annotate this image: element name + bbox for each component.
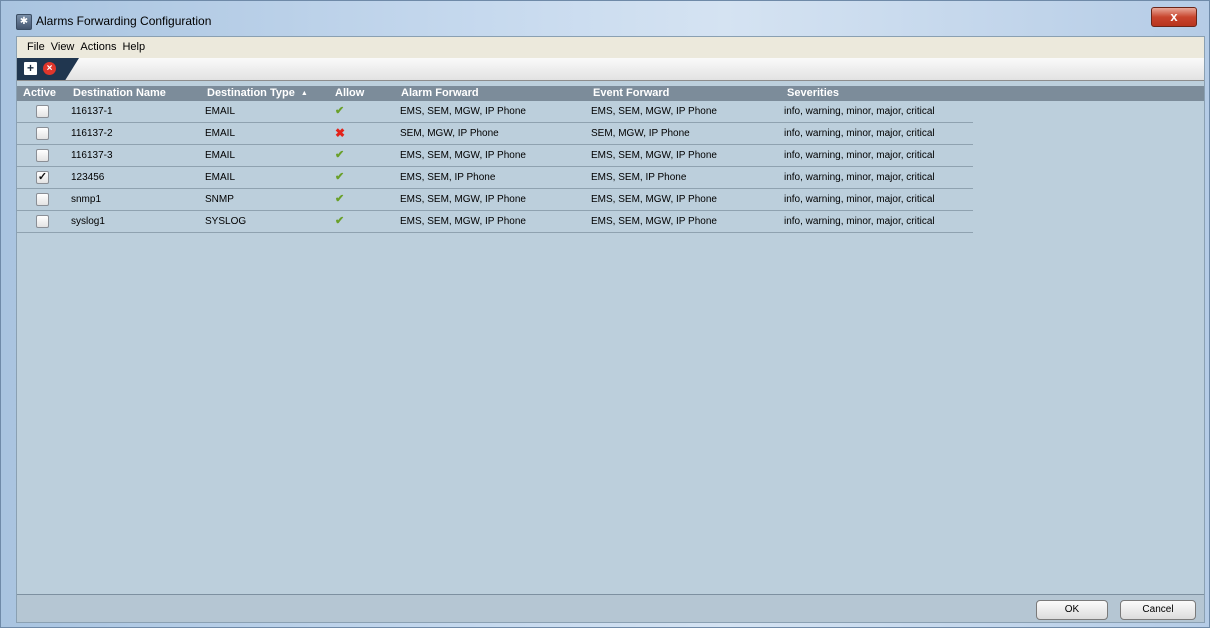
ok-button[interactable]: OK	[1036, 600, 1108, 620]
menu-help[interactable]: Help	[119, 37, 148, 58]
header-destination-name[interactable]: Destination Name	[73, 86, 166, 101]
destination-name-cell: 116137-1	[71, 106, 113, 117]
alarm-forward-cell: EMS, SEM, MGW, IP Phone	[400, 106, 526, 117]
destination-type-cell: EMAIL	[205, 150, 236, 161]
event-forward-cell: EMS, SEM, MGW, IP Phone	[591, 216, 717, 227]
button-bar: OK Cancel	[17, 594, 1204, 622]
active-checkbox[interactable]: ✓	[36, 171, 49, 184]
allow-check-icon: ✔	[335, 193, 345, 205]
event-forward-cell: SEM, MGW, IP Phone	[591, 128, 690, 139]
destination-type-cell: EMAIL	[205, 172, 236, 183]
destinations-table: Active Destination Name Destination Type…	[17, 86, 1204, 233]
header-severities[interactable]: Severities	[787, 86, 839, 101]
allow-check-icon: ✔	[335, 105, 345, 117]
severities-cell: info, warning, minor, major, critical	[784, 216, 935, 227]
alarm-forward-cell: EMS, SEM, IP Phone	[400, 172, 496, 183]
severities-cell: info, warning, minor, major, critical	[784, 194, 935, 205]
delete-destination-button[interactable]: ×	[43, 62, 56, 75]
destination-name-cell: syslog1	[71, 216, 105, 227]
event-forward-cell: EMS, SEM, MGW, IP Phone	[591, 194, 717, 205]
sort-ascending-icon: ▲	[300, 90, 308, 97]
allow-check-icon: ✔	[335, 149, 345, 161]
app-gear-icon: ✱	[16, 14, 32, 30]
destination-name-cell: 116137-3	[71, 150, 113, 161]
severities-cell: info, warning, minor, major, critical	[784, 106, 935, 117]
header-alarm-forward[interactable]: Alarm Forward	[401, 86, 479, 101]
alarm-forward-cell: EMS, SEM, MGW, IP Phone	[400, 194, 526, 205]
alarm-forward-cell: EMS, SEM, MGW, IP Phone	[400, 216, 526, 227]
menu-view[interactable]: View	[48, 37, 78, 58]
menu-actions[interactable]: Actions	[77, 37, 119, 58]
active-checkbox[interactable]	[36, 193, 49, 206]
event-forward-cell: EMS, SEM, MGW, IP Phone	[591, 150, 717, 161]
header-active[interactable]: Active	[23, 86, 56, 101]
table-row[interactable]: 116137-1 EMAIL ✔ EMS, SEM, MGW, IP Phone…	[17, 101, 973, 123]
destination-type-cell: SYSLOG	[205, 216, 247, 227]
title-bar[interactable]: ✱ Alarms Forwarding Configuration x	[1, 1, 1209, 35]
cancel-button[interactable]: Cancel	[1120, 600, 1196, 620]
destination-type-cell: EMAIL	[205, 106, 236, 117]
header-destination-type-label: Destination Type	[207, 87, 295, 99]
event-forward-cell: EMS, SEM, IP Phone	[591, 172, 687, 183]
client-area: File View Actions Help + × Active Destinati…	[16, 36, 1205, 623]
window-title: Alarms Forwarding Configuration	[36, 14, 212, 28]
allow-check-icon: ✔	[335, 215, 345, 227]
menu-file[interactable]: File	[24, 37, 48, 58]
dialog-window: ✱ Alarms Forwarding Configuration x File…	[0, 0, 1210, 628]
event-forward-cell: EMS, SEM, MGW, IP Phone	[591, 106, 717, 117]
toolbar: + ×	[17, 58, 1204, 81]
destination-type-cell: SNMP	[205, 194, 234, 205]
active-checkbox[interactable]	[36, 149, 49, 162]
destination-name-cell: snmp1	[71, 194, 102, 205]
severities-cell: info, warning, minor, major, critical	[784, 128, 935, 139]
header-destination-type[interactable]: Destination Type ▲	[207, 86, 308, 101]
destination-name-cell: 116137-2	[71, 128, 113, 139]
destination-name-cell: 123456	[71, 172, 105, 183]
alarm-forward-cell: SEM, MGW, IP Phone	[400, 128, 499, 139]
table-row[interactable]: 116137-3 EMAIL ✔ EMS, SEM, MGW, IP Phone…	[17, 145, 973, 167]
active-checkbox[interactable]	[36, 127, 49, 140]
menu-bar: File View Actions Help	[17, 37, 1204, 59]
close-button[interactable]: x	[1151, 7, 1197, 27]
table-row[interactable]: snmp1 SNMP ✔ EMS, SEM, MGW, IP Phone EMS…	[17, 189, 973, 211]
table-header: Active Destination Name Destination Type…	[17, 86, 1204, 101]
alarm-forward-cell: EMS, SEM, MGW, IP Phone	[400, 150, 526, 161]
severities-cell: info, warning, minor, major, critical	[784, 150, 935, 161]
table-row[interactable]: ✓ 123456 EMAIL ✔ EMS, SEM, IP Phone EMS,…	[17, 167, 973, 189]
allow-check-icon: ✔	[335, 171, 345, 183]
destination-type-cell: EMAIL	[205, 128, 236, 139]
header-event-forward[interactable]: Event Forward	[593, 86, 669, 101]
severities-cell: info, warning, minor, major, critical	[784, 172, 935, 183]
allow-cross-icon: ✖	[335, 126, 346, 140]
active-checkbox[interactable]	[36, 215, 49, 228]
add-destination-button[interactable]: +	[24, 62, 37, 75]
table-row[interactable]: 116137-2 EMAIL ✖ SEM, MGW, IP Phone SEM,…	[17, 123, 973, 145]
active-checkbox[interactable]	[36, 105, 49, 118]
table-row[interactable]: syslog1 SYSLOG ✔ EMS, SEM, MGW, IP Phone…	[17, 211, 973, 233]
header-allow[interactable]: Allow	[335, 86, 364, 101]
